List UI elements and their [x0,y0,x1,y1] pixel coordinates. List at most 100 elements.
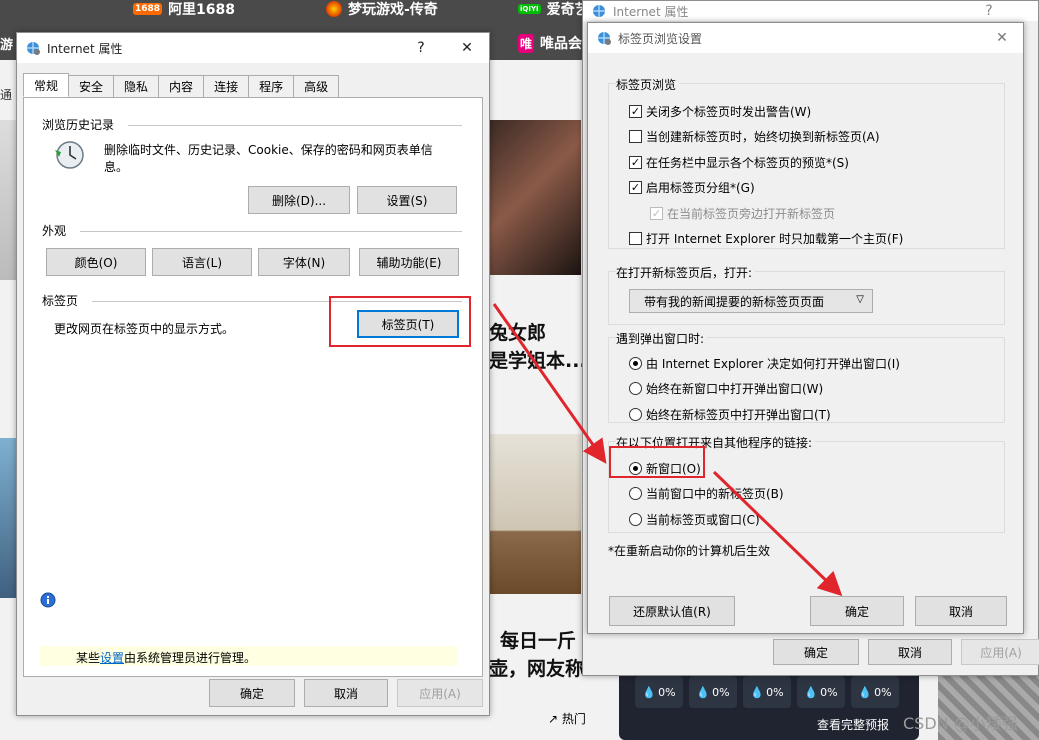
weather-value: 0% [712,685,730,699]
radio-label: 当前窗口中的新标签页(B) [646,487,784,501]
radio-label: 始终在新标签页中打开弹出窗口(T) [646,408,831,422]
full-forecast-link[interactable]: 查看完整预报 [817,716,889,733]
checkbox-label: 在当前标签页旁边打开新标签页 [667,207,836,221]
watermark: CSDN @小矮强 [903,714,1018,733]
checkbox-label: 关闭多个标签页时发出警告(W) [646,105,812,119]
popup-ie-decides-radio[interactable]: 由 Internet Explorer 决定如何打开弹出窗口(I) [629,355,900,372]
history-settings-button[interactable]: 设置(S) [357,186,457,214]
select-value: 带有我的新闻提要的新标签页页面 [644,294,825,309]
general-tab-panel: 浏览历史记录 删除临时文件、历史记录、Cookie、保存的密码和网页表单信息。 … [23,97,483,677]
checkbox-label: 当创建新标签页时，始终切换到新标签页(A) [646,130,880,144]
tab-content[interactable]: 内容 [158,75,205,97]
news-image[interactable] [489,120,581,275]
popup-new-tab-radio[interactable]: 始终在新标签页中打开弹出窗口(T) [629,406,831,423]
vip-icon: 唯 [518,33,535,53]
tab-privacy[interactable]: 隐私 [113,75,160,97]
news-image[interactable] [489,434,581,594]
internet-options-icon [27,42,40,55]
highlight-box-new-window [609,446,705,478]
rain-drop-icon: 💧 [858,685,873,699]
weather-cell: 💧 0% [797,676,845,708]
headline-2[interactable]: 是学姐本... [489,346,587,373]
radio-label: 当前标签页或窗口(C) [646,513,760,527]
close-button[interactable]: ✕ [980,23,1024,53]
top-link-game[interactable]: 梦玩游戏-传奇 [326,0,438,18]
radio-circle [629,408,642,421]
news-image[interactable] [0,438,16,598]
admin-note: 某些设置由系统管理员进行管理。 [76,649,256,666]
admin-note-pre: 某些 [76,651,101,665]
ok-button[interactable]: 确定 [773,639,859,665]
checkbox-box [629,232,642,245]
tab-security[interactable]: 安全 [68,75,115,97]
load-first-home-checkbox[interactable]: 打开 Internet Explorer 时只加载第一个主页(F) [629,230,903,247]
radio-circle [629,487,642,500]
switch-new-tab-checkbox[interactable]: 当创建新标签页时，始终切换到新标签页(A) [629,128,880,145]
radio-circle [629,382,642,395]
ok-button[interactable]: 确定 [810,596,904,626]
new-tab-page-select[interactable]: 带有我的新闻提要的新标签页页面 ▽ [629,289,873,313]
info-icon [40,592,56,608]
open-next-to-current-checkbox[interactable]: ✓ 在当前标签页旁边打开新标签页 [650,205,835,222]
game-icon [326,1,342,17]
headline-3[interactable]: 每日一斤 [500,626,576,653]
checkbox-box: ✓ [650,207,663,220]
admin-settings-link[interactable]: 设置 [100,651,124,665]
weather-value: 0% [766,685,784,699]
tab-groups-checkbox[interactable]: ✓ 启用标签页分组*(G) [629,179,755,196]
iqiyi-icon: iQIYI [518,4,541,14]
accessibility-button[interactable]: 辅助功能(E) [359,248,459,276]
rain-drop-icon: 💧 [642,685,657,699]
tabs-heading: 标签页 [42,294,79,308]
apply-button[interactable]: 应用(A) [961,639,1039,665]
close-button[interactable]: ✕ [445,33,489,63]
admin-note-bar: 某些设置由系统管理员进行管理。 [40,646,458,666]
radio-circle [629,357,642,370]
new-tab-label: 在打开新标签页后，打开: [616,264,756,281]
warn-close-tabs-checkbox[interactable]: ✓ 关闭多个标签页时发出警告(W) [629,103,811,120]
headline-1[interactable]: 兔女郎 [489,318,546,345]
top-link-label: 阿里1688 [168,2,236,18]
weather-widget: 💧 0% 💧 0% 💧 0% 💧 0% 💧 0% 查看完整预报 [619,668,919,740]
top-link-game2[interactable]: 游 [0,34,13,53]
weather-cell: 💧 0% [635,676,683,708]
checkbox-label: 启用标签页分组*(G) [646,181,755,195]
colors-button[interactable]: 颜色(O) [46,248,146,276]
tab-advanced[interactable]: 高级 [293,75,340,97]
news-image[interactable] [0,120,16,280]
top-link-iqiyi[interactable]: iQIYI 爱奇艺 [518,0,589,18]
apply-button[interactable]: 应用(A) [397,679,483,707]
ok-button[interactable]: 确定 [209,679,295,707]
rain-drop-icon: 💧 [696,685,711,699]
popup-new-window-radio[interactable]: 始终在新窗口中打开弹出窗口(W) [629,380,823,397]
1688-icon: 1688 [133,3,163,15]
tab-programs[interactable]: 程序 [248,75,295,97]
weather-cell: 💧 0% [689,676,737,708]
left-nav-text: 通 [0,88,13,102]
fonts-button[interactable]: 字体(N) [258,248,350,276]
cancel-button[interactable]: 取消 [915,596,1007,626]
help-button[interactable]: ? [399,33,443,63]
tab-general[interactable]: 常规 [23,73,70,97]
hot-label[interactable]: ↗ 热门 [548,710,586,727]
restore-defaults-button[interactable]: 还原默认值(R) [609,596,735,626]
radio-label: 由 Internet Explorer 决定如何打开弹出窗口(I) [646,357,900,371]
top-link-vip[interactable]: 唯 唯品会 [518,33,582,53]
languages-button[interactable]: 语言(L) [152,248,252,276]
dialog-title: 标签页浏览设置 [618,31,703,46]
checkbox-box [629,130,642,143]
checkbox-box: ✓ [629,181,642,194]
taskbar-preview-checkbox[interactable]: ✓ 在任务栏中显示各个标签页的预览*(S) [629,154,849,171]
delete-history-button[interactable]: 删除(D)... [248,186,350,214]
help-button[interactable]: ? [967,1,1011,21]
link-current-tab-radio[interactable]: 当前标签页或窗口(C) [629,511,760,528]
headline-4[interactable]: 壶，网友称 [489,654,584,681]
cancel-button[interactable]: 取消 [304,679,388,707]
top-link-1688[interactable]: 1688 阿里1688 [133,0,235,18]
divider [80,231,462,232]
top-link-label: 梦玩游戏-传奇 [348,2,438,18]
cancel-button[interactable]: 取消 [868,639,952,665]
link-new-tab-radio[interactable]: 当前窗口中的新标签页(B) [629,485,784,502]
tab-connections[interactable]: 连接 [203,75,250,97]
checkbox-label: 打开 Internet Explorer 时只加载第一个主页(F) [646,232,904,246]
